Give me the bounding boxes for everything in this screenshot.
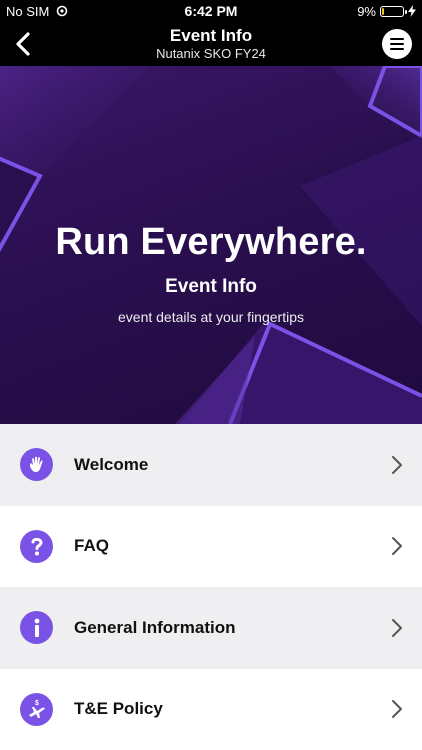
menu-line [390,48,404,50]
list-item-label: T&E Policy [74,699,163,719]
charging-bolt-icon [408,5,416,17]
hero-headline: Run Everywhere. [55,221,367,263]
list-item-label: Welcome [74,454,149,474]
info-icon [20,611,53,645]
airplane-dollar-icon: $ [20,692,53,726]
chevron-right-icon [392,455,402,474]
list-item-label: FAQ [74,536,109,556]
list-item-label: General Information [74,617,236,637]
chevron-right-icon [392,700,402,719]
nav-titles: Event Info Nutanix SKO FY24 [156,26,266,62]
menu-line [390,38,404,40]
battery-level [382,7,384,15]
status-bar: No SIM 6:42 PM 9% [0,0,422,22]
hamburger-menu-icon[interactable] [382,29,412,59]
waving-hand-icon [20,448,53,482]
svg-text:$: $ [35,700,39,707]
list-item-faq[interactable]: FAQ [0,505,422,587]
menu-line [390,43,404,45]
list-item-welcome[interactable]: Welcome [0,424,422,506]
back-chevron-icon[interactable] [10,30,38,58]
battery-icon [380,5,407,17]
status-left: No SIM [6,4,69,19]
hero-title: Event Info [165,276,257,297]
wifi-off-icon [57,5,68,17]
list-item-te-policy[interactable]: $ T&E Policy [0,668,422,750]
carrier-label: No SIM [6,3,50,19]
chevron-right-icon [392,537,402,556]
hero-banner: Run Everywhere. Event Info event details… [0,66,422,424]
chevron-right-icon [392,618,402,637]
page-title: Event Info [169,26,253,45]
hero-subtitle: event details at your fingertips [118,309,304,325]
battery-percent: 9% [357,3,376,19]
list-item-general-information[interactable]: General Information [0,587,422,669]
question-mark-icon [20,529,53,563]
event-info-list: Welcome FAQ General Information $ T&E Po… [0,424,422,750]
nav-bar: Event Info Nutanix SKO FY24 [0,22,422,66]
status-right: 9% [357,4,416,19]
page-subtitle: Nutanix SKO FY24 [156,46,266,61]
